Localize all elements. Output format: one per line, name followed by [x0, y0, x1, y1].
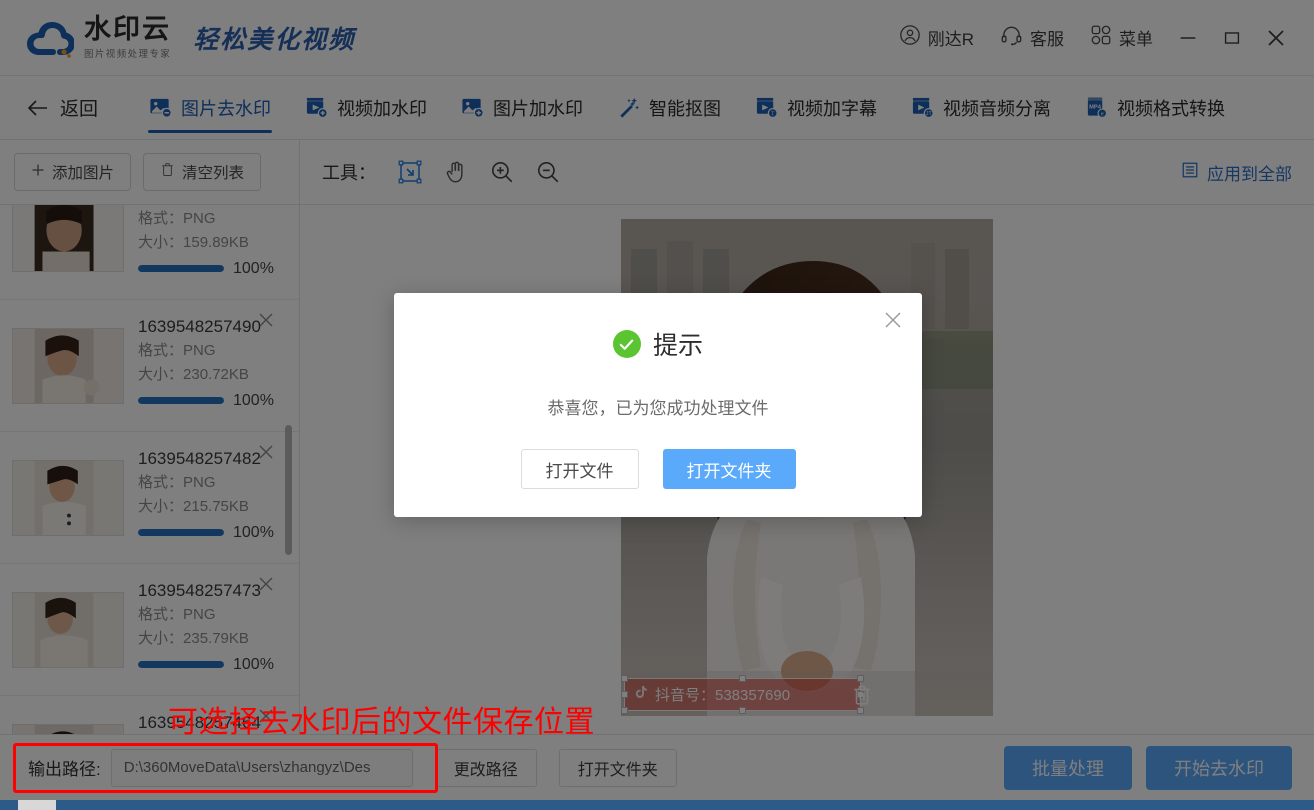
taskbar [0, 800, 1314, 810]
annotation-text: 可选择去水印后的文件保存位置 [168, 706, 595, 739]
check-circle-icon [612, 330, 641, 358]
dialog-title: 提示 [652, 332, 703, 360]
taskbar-item[interactable] [18, 800, 56, 810]
open-folder-button-dialog[interactable]: 打开文件夹 [662, 449, 796, 489]
dialog-title-row: 提示 [394, 326, 922, 362]
close-icon [885, 312, 901, 328]
dialog-message: 恭喜您，已为您成功处理文件 [547, 399, 769, 418]
app-window: 水印云 图片视频处理专家 轻松美化视频 刚达R [0, 0, 1314, 810]
dialog-close-button[interactable] [882, 309, 904, 331]
success-dialog: 提示 恭喜您，已为您成功处理文件 打开文件 打开文件夹 [394, 293, 922, 517]
dialog-actions: 打开文件 打开文件夹 [394, 449, 922, 489]
open-file-button[interactable]: 打开文件 [520, 449, 639, 489]
